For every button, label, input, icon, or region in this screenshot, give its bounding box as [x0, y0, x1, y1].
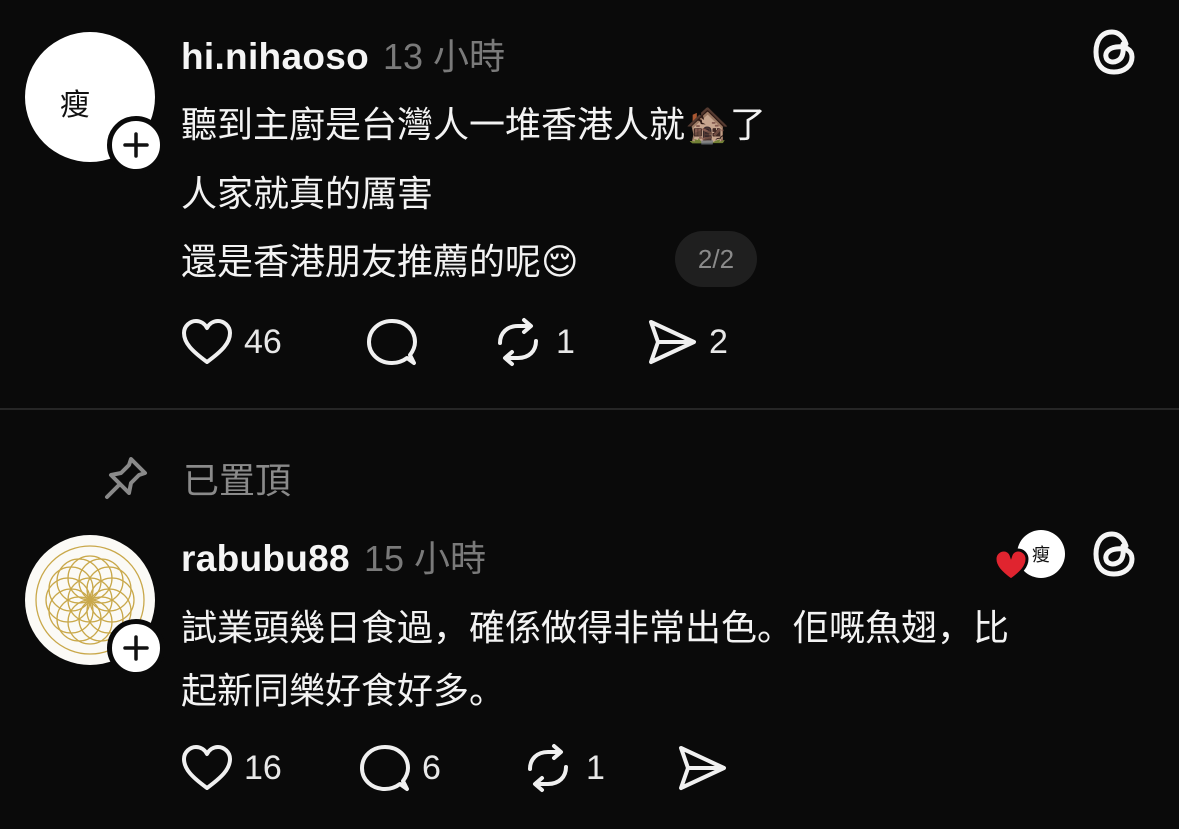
like-count: 16: [244, 748, 282, 787]
plus-icon: [123, 635, 149, 661]
like-button[interactable]: 46: [180, 317, 282, 367]
post-text-line: 人家就真的厲害: [181, 174, 434, 215]
timestamp: 13 小時: [383, 36, 506, 77]
comment-count: 6: [422, 748, 441, 787]
post-text-line: 聽到主廚是台灣人一堆香港人就🏚️了: [181, 105, 766, 146]
share-count: 2: [709, 322, 728, 361]
threads-icon[interactable]: [1090, 528, 1140, 580]
page-badge: 2/2: [675, 231, 757, 287]
username[interactable]: hi.nihaoso: [181, 36, 369, 78]
heart-icon: [182, 745, 232, 790]
liked-by-author[interactable]: 瘦: [993, 528, 1073, 584]
post-header: hi.nihaoso 13 小時: [181, 28, 505, 80]
comment-button[interactable]: [365, 317, 419, 367]
post-1: 瘦 hi.nihaoso 13 小時 聽到主廚是台灣人一堆香港人就🏚️了 人家就…: [0, 0, 1179, 408]
repost-icon: [498, 318, 538, 366]
comment-icon: [360, 745, 410, 791]
post-text-line: 還是香港朋友推薦的呢😌: [181, 242, 579, 283]
author-avatar-logo: 瘦: [1032, 545, 1050, 566]
post-header: rabubu88 15 小時: [181, 530, 486, 582]
username[interactable]: rabubu88: [181, 538, 350, 580]
share-button[interactable]: [675, 743, 729, 793]
share-button[interactable]: 2: [645, 317, 728, 367]
repost-count: 1: [556, 322, 575, 361]
threads-icon[interactable]: [1090, 26, 1140, 78]
heart-icon: [182, 319, 232, 364]
plus-icon: [123, 132, 149, 158]
comment-button[interactable]: 6: [358, 743, 441, 793]
repost-button[interactable]: 1: [520, 743, 605, 793]
follow-button[interactable]: [107, 116, 165, 174]
like-count: 46: [244, 322, 282, 361]
heart-icon: [993, 548, 1029, 582]
comment-icon: [367, 319, 417, 365]
post-text-line: 起新同樂好食好多。: [181, 671, 506, 712]
repost-count: 1: [586, 748, 605, 787]
timestamp: 15 小時: [363, 538, 486, 579]
follow-button[interactable]: [107, 619, 165, 677]
repost-button[interactable]: 1: [490, 317, 575, 367]
repost-icon: [528, 744, 568, 792]
avatar-logo: 瘦: [60, 88, 90, 123]
share-icon: [649, 320, 696, 364]
like-button[interactable]: 16: [180, 743, 282, 793]
share-icon: [679, 746, 726, 790]
post-text-line: 試業頭幾日食過，確係做得非常出色。佢嘅魚翅，比: [181, 608, 1010, 649]
post-2: rabubu88 15 小時 瘦 試業頭幾日食過，確係做得非常出色。佢嘅魚翅，比…: [0, 410, 1179, 829]
